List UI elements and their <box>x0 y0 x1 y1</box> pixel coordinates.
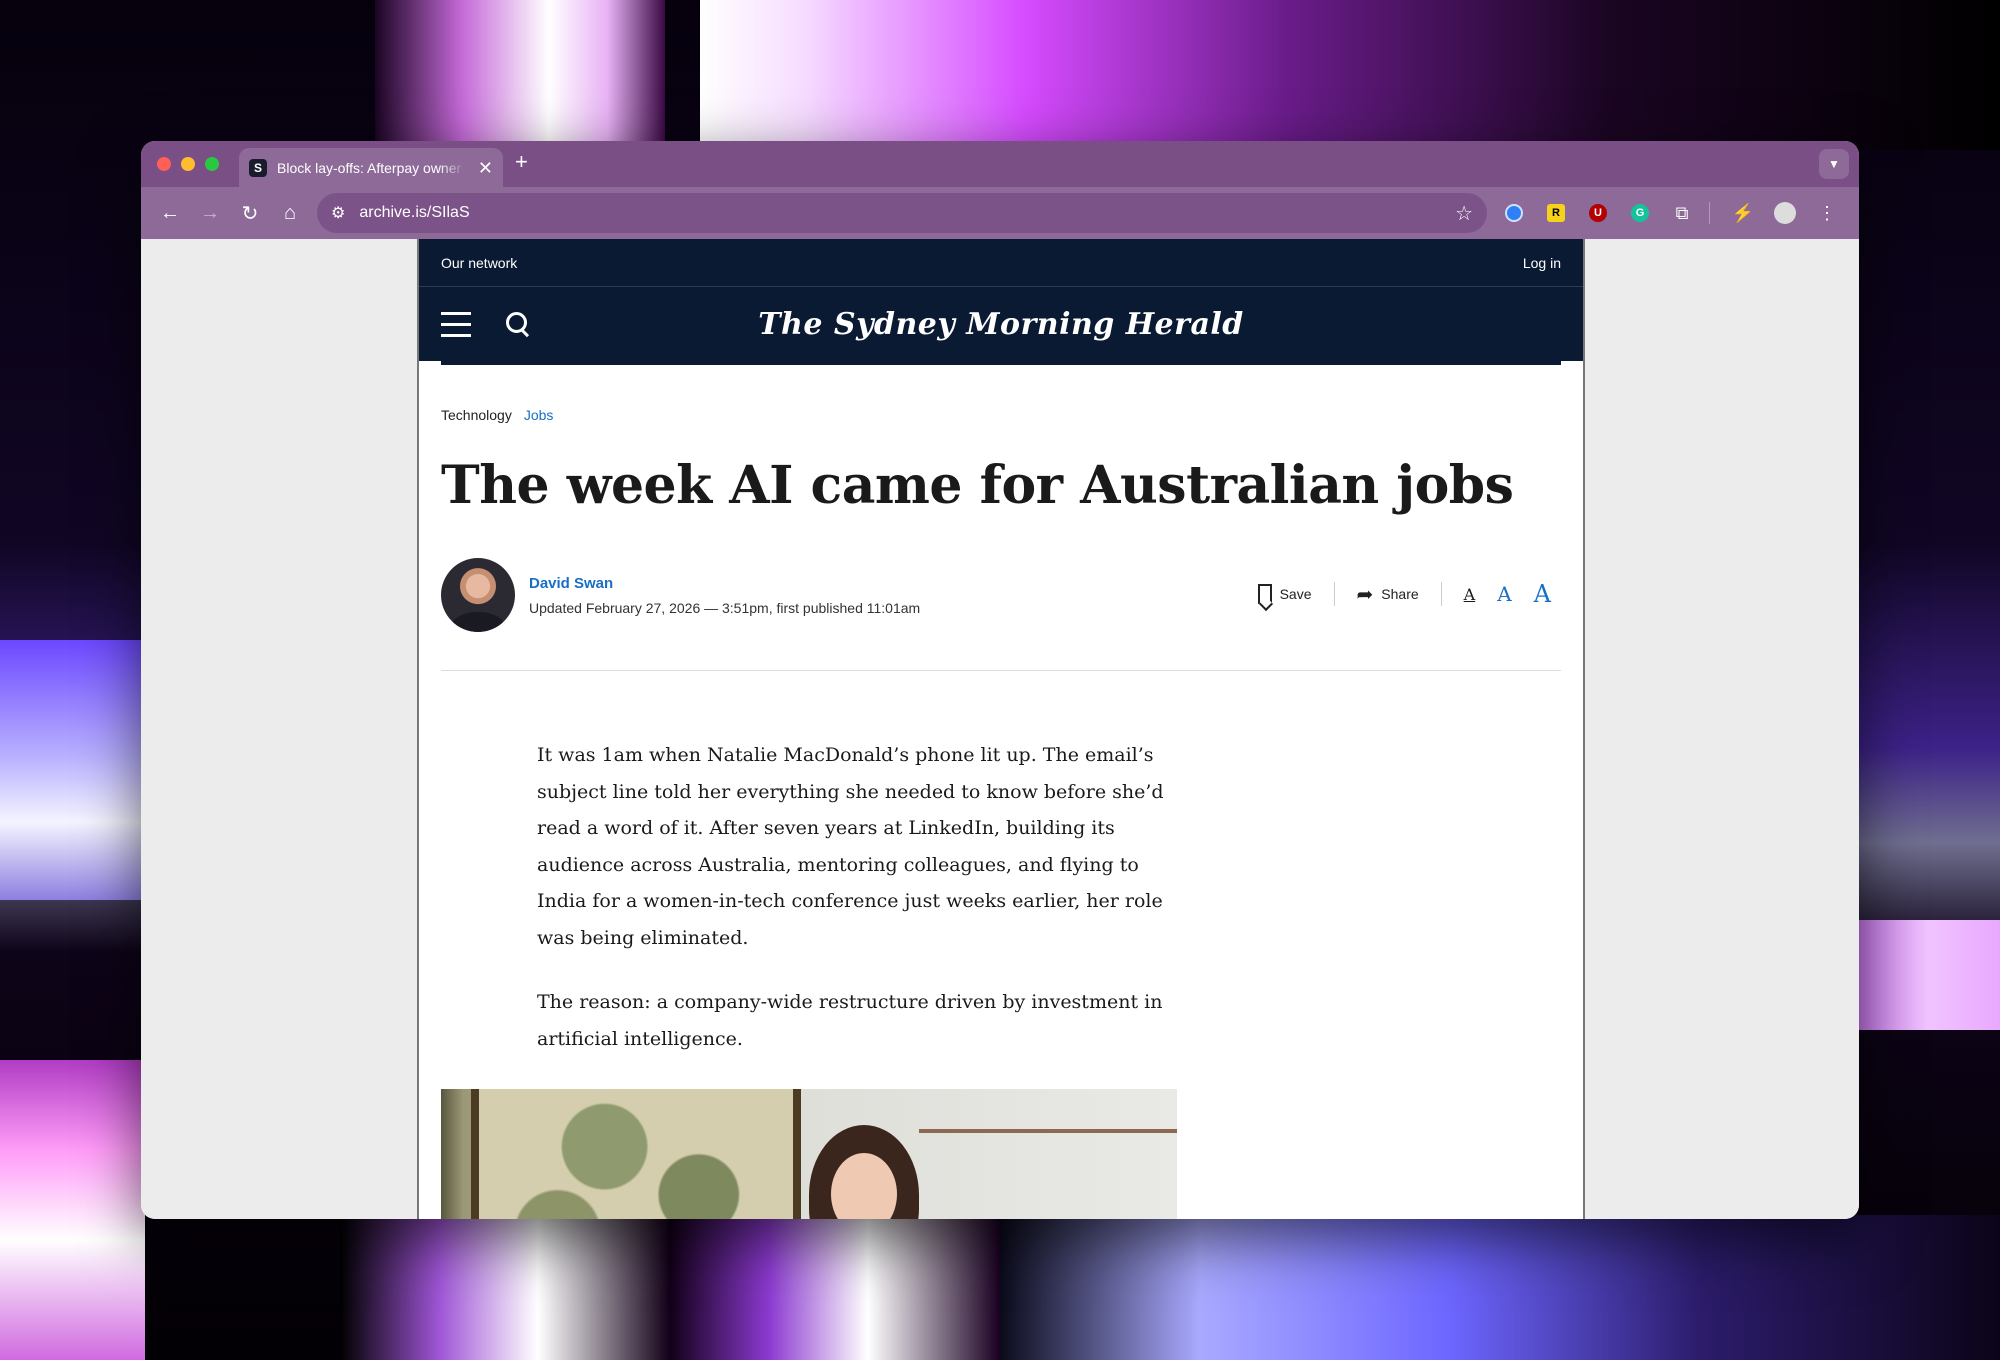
url-text[interactable]: archive.is/SIlaS <box>359 204 1441 222</box>
network-bar: Our network Log in <box>419 239 1583 287</box>
photo-subject <box>801 1125 931 1219</box>
byline-text: David Swan Updated February 27, 2026 — 3… <box>529 575 920 616</box>
bookmark-star-icon[interactable]: ☆ <box>1455 201 1473 226</box>
our-network-link[interactable]: Our network <box>441 255 517 271</box>
tab-title: Block lay-offs: Afterpay owner <box>277 159 462 176</box>
browser-toolbar: ← → ↻ ⌂ ⚙ archive.is/SIlaS ☆ R U G ⧉ ⚡ ⋮ <box>141 187 1859 239</box>
article-headline: The week AI came for Australian jobs <box>441 455 1514 516</box>
page-viewport: Our network Log in The Sydney Morning He… <box>141 239 1859 1219</box>
masthead-underline <box>441 361 1561 365</box>
window-controls <box>141 157 219 171</box>
byline: David Swan Updated February 27, 2026 — 3… <box>441 558 1561 632</box>
maximize-window-button[interactable] <box>205 157 219 171</box>
grammarly-icon[interactable]: G <box>1625 198 1655 228</box>
paragraph: The reason: a company-wide restructure d… <box>537 991 1163 1050</box>
browser-window: S Block lay-offs: Afterpay owner ✕ + ▼ ←… <box>141 141 1859 1219</box>
font-size-large-button[interactable]: A <box>1534 580 1551 608</box>
breadcrumb: Technology Jobs <box>441 407 1561 423</box>
font-size-medium-button[interactable]: A <box>1497 582 1511 606</box>
new-tab-button[interactable]: + <box>515 149 528 175</box>
profile-avatar[interactable] <box>1770 198 1800 228</box>
site-logo[interactable]: The Sydney Morning Herald <box>758 307 1244 342</box>
toolbar-divider <box>1709 202 1710 224</box>
paragraph: It was 1am when Natalie MacDonald’s phon… <box>537 744 1164 949</box>
share-label: Share <box>1381 586 1419 602</box>
save-button[interactable]: Save <box>1236 584 1334 604</box>
masthead: The Sydney Morning Herald <box>419 287 1583 361</box>
article-body: It was 1am when Natalie MacDonald’s phon… <box>537 737 1177 1057</box>
address-bar[interactable]: ⚙ archive.is/SIlaS ☆ <box>317 193 1487 233</box>
home-icon[interactable]: ⌂ <box>273 196 307 230</box>
forward-arrow-icon[interactable]: → <box>193 196 227 230</box>
back-arrow-icon[interactable]: ← <box>153 196 187 230</box>
photo-rail <box>919 1129 1177 1133</box>
breadcrumb-jobs[interactable]: Jobs <box>524 407 554 423</box>
article-content: Technology Jobs The week AI came for Aus… <box>419 407 1583 1219</box>
share-button[interactable]: ➦ Share <box>1335 582 1441 607</box>
publish-timestamp: Updated February 27, 2026 — 3:51pm, firs… <box>529 599 921 616</box>
extensions-puzzle-icon[interactable]: ⧉ <box>1667 198 1697 228</box>
font-size-small-button[interactable]: A <box>1464 585 1476 604</box>
login-link[interactable]: Log in <box>1523 255 1561 271</box>
tab-search-chevron-icon[interactable]: ▼ <box>1819 149 1849 179</box>
minimize-window-button[interactable] <box>181 157 195 171</box>
menu-icon[interactable] <box>441 311 471 337</box>
tools-divider <box>1440 582 1442 606</box>
performance-icon[interactable]: ⚡ <box>1728 198 1758 228</box>
author-link[interactable]: David Swan <box>529 575 920 592</box>
ublock-icon[interactable]: U <box>1583 198 1613 228</box>
site-settings-icon[interactable]: ⚙ <box>331 203 345 223</box>
tab-bar: S Block lay-offs: Afterpay owner ✕ + ▼ <box>141 141 1859 187</box>
search-icon[interactable] <box>505 311 531 337</box>
author-avatar[interactable] <box>441 558 515 632</box>
save-label: Save <box>1279 586 1312 602</box>
r-extension-icon[interactable]: R <box>1541 198 1571 228</box>
browser-menu-icon[interactable]: ⋮ <box>1812 198 1842 228</box>
active-tab[interactable]: S Block lay-offs: Afterpay owner ✕ <box>239 148 503 187</box>
article-page: Our network Log in The Sydney Morning He… <box>417 239 1585 1219</box>
framed-botanical-print <box>471 1089 801 1219</box>
bookmark-icon <box>1257 584 1272 604</box>
breadcrumb-technology[interactable]: Technology <box>441 407 512 423</box>
reload-icon[interactable]: ↻ <box>233 196 267 230</box>
1password-icon[interactable] <box>1499 198 1529 228</box>
article-tools: Save ➦ Share A A A <box>1236 580 1561 608</box>
byline-divider <box>441 670 1561 671</box>
tab-close-icon[interactable]: ✕ <box>478 159 493 177</box>
share-icon: ➦ <box>1356 583 1374 606</box>
tab-favicon-icon: S <box>249 158 267 177</box>
close-window-button[interactable] <box>157 157 171 171</box>
article-photo <box>441 1089 1177 1219</box>
